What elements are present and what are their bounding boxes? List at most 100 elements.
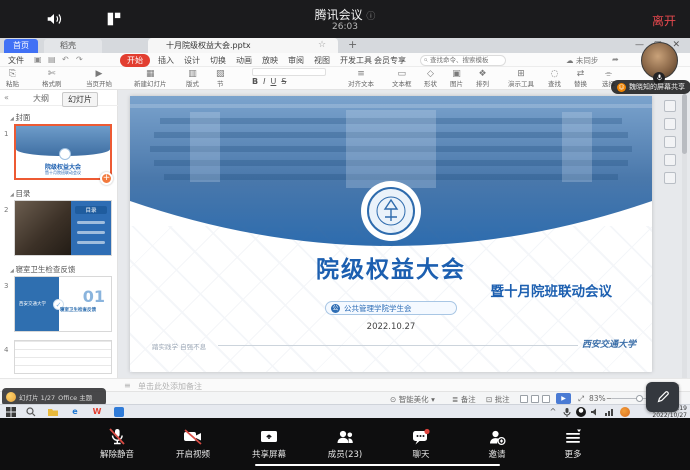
more-button[interactable]: 更多 xyxy=(547,428,599,460)
share-screen-button[interactable]: 共享屏幕 xyxy=(243,428,295,460)
leave-button[interactable]: 离开 xyxy=(652,12,676,29)
tab-docer[interactable]: 稻壳 xyxy=(44,39,102,53)
tray-chevron-icon[interactable]: ^ xyxy=(548,407,558,417)
layout-button[interactable]: ▥ 版式 xyxy=(186,69,199,88)
favorite-star-icon[interactable]: ☆ xyxy=(318,40,326,50)
shape-button[interactable]: ◇ 形状 xyxy=(424,69,437,88)
sorter-view-button[interactable] xyxy=(531,395,539,403)
screen-share-banner[interactable]: ☺ 魏晓知的屏幕共享 xyxy=(611,80,690,94)
search-input[interactable] xyxy=(430,56,502,64)
section-label-toc[interactable]: 目录 xyxy=(10,188,30,199)
qq-tray-icon[interactable] xyxy=(576,407,586,417)
menu-tab-transition[interactable]: 切换 xyxy=(210,55,226,66)
thumb2-line xyxy=(77,231,105,234)
start-video-button[interactable]: 开启视频 xyxy=(167,428,219,460)
new-tab-button[interactable]: + xyxy=(348,38,357,51)
italic-button[interactable]: I xyxy=(263,77,265,86)
menu-tab-view[interactable]: 视图 xyxy=(314,55,330,66)
command-search-box[interactable] xyxy=(420,55,506,66)
tab-wps-home[interactable]: 首页 xyxy=(4,39,38,53)
help-tool-icon[interactable] xyxy=(664,172,676,184)
members-button[interactable]: 成员(23) xyxy=(319,428,371,460)
presentation-tools-button[interactable]: ⊞ 演示工具 xyxy=(508,69,534,88)
slide-thumbnail-2[interactable]: 目录 xyxy=(14,200,112,256)
replace-button[interactable]: ⇄ 替换 xyxy=(574,69,587,88)
textbox-button[interactable]: ▭ 文本框 xyxy=(392,69,412,88)
save-icon[interactable]: ▣ xyxy=(34,55,42,64)
redo-icon[interactable]: ↷ xyxy=(76,55,83,64)
cloud-sync-status[interactable]: ☁ 未同步 xyxy=(566,55,598,66)
menu-tab-insert[interactable]: 插入 xyxy=(158,55,174,66)
find-button[interactable]: ◌ 查找 xyxy=(548,69,561,88)
taskbar-search-icon[interactable] xyxy=(26,407,36,417)
font-name-box[interactable] xyxy=(252,68,326,76)
slide-subtitle-textbox[interactable]: 暨十月院班联动会议 xyxy=(360,280,612,300)
comment-tool-icon[interactable] xyxy=(664,154,676,166)
slide-drag-handle[interactable]: + xyxy=(100,172,113,185)
emoji-reaction-icon[interactable] xyxy=(6,392,16,402)
scrollbar-thumb[interactable] xyxy=(682,94,687,154)
slide-canvas[interactable]: 院级权益大会 暨十月院班联动会议 公 公共管理学院学生会 2022.10.27 … xyxy=(130,96,652,372)
minimize-button[interactable]: — xyxy=(635,40,644,50)
normal-view-button[interactable] xyxy=(520,395,528,403)
annotation-pen-button[interactable] xyxy=(646,382,679,412)
info-icon[interactable]: ⓘ xyxy=(366,12,375,22)
section-label-dorm[interactable]: 寝室卫生检查反馈 xyxy=(10,264,75,275)
zoom-percentage[interactable]: 83% xyxy=(589,394,606,403)
tab-outline[interactable]: 大纲 xyxy=(28,92,54,105)
slide-thumbnail-3[interactable]: 西安交通大学 01 ✓ 寝室卫生检查反馈 xyxy=(14,276,112,332)
unmute-button[interactable]: 解除静音 xyxy=(91,428,143,460)
tray-mic-icon[interactable] xyxy=(562,407,572,417)
tray-network-icon[interactable] xyxy=(604,407,614,417)
slide-title-textbox[interactable]: 院级权益大会 xyxy=(130,250,652,284)
undo-icon[interactable]: ↶ xyxy=(62,55,69,64)
menu-tab-member[interactable]: 会员专享 xyxy=(374,55,406,66)
menu-tab-animation[interactable]: 动画 xyxy=(236,55,252,66)
align-text-button[interactable]: ≡ 对齐文本 xyxy=(348,69,374,88)
design-tool-icon[interactable] xyxy=(664,136,676,148)
tab-slides[interactable]: 幻灯片 xyxy=(62,92,98,107)
start-button-icon[interactable] xyxy=(6,407,16,417)
wps-app-icon[interactable]: W xyxy=(92,407,102,417)
section-label-cover[interactable]: 封面 xyxy=(10,112,30,123)
print-icon[interactable]: ▤ xyxy=(48,55,56,64)
browser-icon[interactable]: e xyxy=(70,407,80,417)
arrange-button[interactable]: ❖ 排列 xyxy=(476,69,489,88)
invite-button[interactable]: 邀请 xyxy=(471,428,523,460)
zoom-slider-knob[interactable] xyxy=(636,395,643,402)
properties-tool-icon[interactable] xyxy=(664,100,676,112)
meeting-app-icon[interactable] xyxy=(114,407,124,417)
bold-button[interactable]: B xyxy=(252,77,258,86)
menu-tab-home[interactable]: 开始 xyxy=(120,54,150,67)
tray-speaker-icon[interactable] xyxy=(590,407,600,417)
slide-number: 1 xyxy=(4,130,8,138)
slide-org-badge[interactable]: 公 公共管理学院学生会 xyxy=(325,301,457,315)
menu-tab-review[interactable]: 审阅 xyxy=(288,55,304,66)
slideshow-play-button[interactable]: ▶ xyxy=(556,393,571,404)
menu-tab-slideshow[interactable]: 放映 xyxy=(262,55,278,66)
play-from-current-button[interactable]: ▶ 当页开始 xyxy=(86,69,112,88)
menu-tab-devtools[interactable]: 开发工具 xyxy=(340,55,372,66)
format-painter-button[interactable]: ✄ 格式刷 xyxy=(42,69,62,88)
fit-zoom-icon[interactable]: ⤢ xyxy=(578,394,584,404)
slide-thumbnail-4[interactable] xyxy=(14,340,112,374)
file-explorer-icon[interactable] xyxy=(48,407,58,417)
animation-tool-icon[interactable] xyxy=(664,118,676,130)
chat-button[interactable]: 聊天 xyxy=(395,428,447,460)
share-icon[interactable]: ➦ xyxy=(612,55,619,64)
slide-date-textbox[interactable]: 2022.10.27 xyxy=(130,322,652,332)
collapse-panel-button[interactable]: « xyxy=(4,93,9,102)
textbox-icon: ▭ xyxy=(392,69,412,80)
menu-tab-design[interactable]: 设计 xyxy=(184,55,200,66)
paste-button[interactable]: ⎘ 粘贴 xyxy=(6,69,19,88)
reading-view-button[interactable] xyxy=(542,395,550,403)
strikethrough-button[interactable]: S xyxy=(281,77,286,86)
underline-button[interactable]: U xyxy=(270,77,276,86)
menu-file[interactable]: 文件 xyxy=(8,55,24,66)
section-button[interactable]: ▧ 节 xyxy=(216,69,225,88)
tab-document[interactable]: 十月院级权益大会.pptx xyxy=(148,38,338,53)
tray-app-icon[interactable] xyxy=(620,407,630,417)
slide-thumbnail-1[interactable]: 院级权益大会 暨十月院班联动会议 xyxy=(14,124,112,180)
picture-button[interactable]: ▣ 图片 xyxy=(450,69,463,88)
new-slide-button[interactable]: ▦ 新建幻灯片 xyxy=(134,69,167,88)
